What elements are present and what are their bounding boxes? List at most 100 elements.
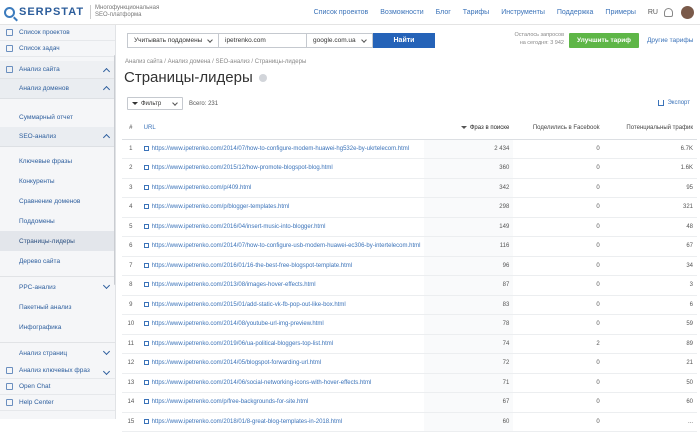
external-link-icon	[143, 243, 149, 249]
upgrade-button[interactable]: Улучшить тариф	[569, 33, 639, 48]
cell-facebook: 0	[513, 392, 604, 413]
cell-url[interactable]: https://www.ipetrenko.com/2014/08/youtub…	[139, 314, 425, 335]
domain-input[interactable]: ipetrenko.com	[219, 33, 307, 48]
cell-traffic: 321	[603, 197, 697, 218]
cell-url[interactable]: https://www.ipetrenko.com/2019/06/ua-pol…	[139, 334, 425, 354]
subdomain-mode-select[interactable]: Учитывать поддомены	[127, 33, 219, 48]
sidebar-section-keyword-analysis[interactable]: Анализ ключевых фраз	[0, 363, 115, 379]
url-link[interactable]: https://www.ipetrenko.com/2014/07/how-to…	[152, 243, 421, 249]
chevron-up-icon	[102, 67, 111, 76]
sidebar-section-label: Анализ сайта	[19, 66, 60, 73]
url-link[interactable]: https://www.ipetrenko.com/2015/01/add-st…	[152, 302, 346, 308]
sidebar-scrollbar[interactable]	[114, 55, 115, 285]
external-link-icon	[143, 165, 149, 171]
cell-url[interactable]: https://www.ipetrenko.com/2014/06/social…	[139, 373, 425, 393]
url-link[interactable]: https://www.ipetrenko.com/2018/01/8-grea…	[152, 419, 342, 425]
url-link[interactable]: https://www.ipetrenko.com/2016/04/insert…	[152, 224, 326, 230]
table-toolbar: Фильтр Всего: 231	[127, 97, 218, 110]
col-header-phrases[interactable]: Фраз в поиске	[424, 117, 514, 140]
nav-features[interactable]: Возможности	[380, 9, 423, 16]
url-link[interactable]: https://www.ipetrenko.com/2019/06/ua-pol…	[152, 341, 333, 347]
help-icon[interactable]	[258, 73, 267, 82]
table-row: 7 https://www.ipetrenko.com/2016/01/16-th…	[122, 256, 697, 276]
external-link-icon	[143, 282, 149, 288]
cell-phrases: 83	[424, 295, 514, 315]
chevron-down-icon	[102, 281, 111, 290]
sidebar-item-tasks[interactable]: Список задач	[0, 41, 115, 57]
other-tariffs-link[interactable]: Другие тарифы	[647, 37, 693, 44]
sidebar-item-summary[interactable]: Суммарный отчет	[0, 107, 115, 127]
url-link[interactable]: https://www.ipetrenko.com/2014/06/social…	[152, 380, 372, 386]
cell-facebook: 0	[513, 178, 604, 198]
breadcrumb[interactable]: Анализ сайта / Анализ домена / SEO-анали…	[125, 59, 306, 65]
nav-tools[interactable]: Инструменты	[501, 9, 545, 16]
cell-url[interactable]: https://www.ipetrenko.com/p/blogger-temp…	[139, 197, 425, 218]
sidebar-item-top-pages[interactable]: Страницы-лидеры	[0, 231, 115, 251]
col-header-url[interactable]: URL	[139, 117, 425, 140]
url-link[interactable]: https://www.ipetrenko.com/2016/01/16-the…	[152, 263, 352, 269]
sidebar-section-site-analysis[interactable]: Анализ сайта	[0, 61, 115, 79]
cell-url[interactable]: https://www.ipetrenko.com/2016/04/insert…	[139, 217, 425, 237]
col-header-facebook[interactable]: Поделились в Facebook	[513, 117, 604, 140]
cell-num: 4	[122, 197, 140, 218]
cell-traffic: 60	[603, 392, 697, 413]
cell-url[interactable]: https://www.ipetrenko.com/2014/07/how-to…	[139, 139, 425, 159]
cell-url[interactable]: https://www.ipetrenko.com/2015/01/add-st…	[139, 295, 425, 315]
sidebar-item-projects[interactable]: Список проектов	[0, 25, 115, 41]
nav-examples[interactable]: Примеры	[605, 9, 635, 16]
avatar[interactable]	[681, 5, 694, 19]
url-link[interactable]: https://www.ipetrenko.com/p/free-backgro…	[152, 399, 309, 405]
cell-url[interactable]: https://www.ipetrenko.com/2015/12/how-pr…	[139, 158, 425, 179]
logo[interactable]: SERPSTAT Многофункциональная SEO-платфор…	[0, 5, 165, 19]
cell-traffic: 34	[603, 256, 697, 276]
sidebar-item-infographics[interactable]: Инфографика	[0, 317, 115, 337]
col-header-traffic[interactable]: Потенциальный трафик	[603, 117, 697, 140]
nav-projects[interactable]: Список проектов	[314, 9, 369, 16]
sidebar-item-domain-compare[interactable]: Сравнение доменов	[0, 191, 115, 211]
url-link[interactable]: https://www.ipetrenko.com/2013/08/images…	[152, 282, 316, 288]
url-link[interactable]: https://www.ipetrenko.com/2014/07/how-to…	[152, 146, 409, 152]
sidebar-item-help-center[interactable]: Help Center	[0, 395, 115, 411]
cell-url[interactable]: https://www.ipetrenko.com/p/free-backgro…	[139, 392, 425, 413]
sidebar-subsection-seo[interactable]: SEO-анализ	[0, 127, 115, 147]
sidebar-item-keywords[interactable]: Ключевые фразы	[0, 151, 115, 171]
search-engine-select[interactable]: google.com.ua	[307, 33, 373, 48]
sidebar-section-page-analysis[interactable]: Анализ страниц	[0, 343, 115, 363]
input-value: ipetrenko.com	[225, 37, 266, 44]
find-button[interactable]: Найти	[373, 33, 435, 48]
sidebar-subsection-domains[interactable]: Анализ доменов	[0, 79, 115, 99]
nav-support[interactable]: Поддержка	[557, 9, 594, 16]
url-link[interactable]: https://www.ipetrenko.com/2015/12/how-pr…	[152, 165, 333, 171]
sidebar-item-subdomains[interactable]: Поддомены	[0, 211, 115, 231]
sidebar-subsection-ppc[interactable]: PPC-анализ	[0, 277, 115, 297]
logo-text: SERPSTAT	[19, 6, 85, 18]
cell-url[interactable]: https://www.ipetrenko.com/2013/08/images…	[139, 275, 425, 296]
cell-facebook: 0	[513, 295, 604, 315]
col-header-num: #	[122, 117, 140, 140]
chevron-up-icon	[102, 85, 111, 94]
cell-url[interactable]: https://www.ipetrenko.com/2016/01/16-the…	[139, 256, 425, 276]
export-button[interactable]: Экспорт	[658, 100, 690, 106]
sidebar-item-label: Список задач	[19, 45, 60, 52]
url-link[interactable]: https://www.ipetrenko.com/2014/05/blogsp…	[152, 360, 321, 366]
sidebar-item-competitors[interactable]: Конкуренты	[0, 171, 115, 191]
sidebar-item-open-chat[interactable]: Open Chat	[0, 379, 115, 395]
sidebar-item-batch-analysis[interactable]: Пакетный анализ	[0, 297, 115, 317]
language-select[interactable]: RU	[648, 9, 658, 16]
url-link[interactable]: https://www.ipetrenko.com/2014/08/youtub…	[152, 321, 324, 327]
url-link[interactable]: https://www.ipetrenko.com/p/409.html	[152, 185, 252, 191]
nav-pricing[interactable]: Тарифы	[463, 9, 489, 16]
url-link[interactable]: https://www.ipetrenko.com/p/blogger-temp…	[152, 204, 290, 210]
chevron-down-icon	[102, 367, 111, 376]
nav-blog[interactable]: Блог	[436, 9, 451, 16]
sidebar-item-site-tree[interactable]: Дерево сайта	[0, 251, 115, 271]
serpstat-logo-icon	[4, 6, 15, 18]
bell-icon[interactable]	[664, 7, 673, 17]
filter-button[interactable]: Фильтр	[127, 97, 183, 110]
cell-url[interactable]: https://www.ipetrenko.com/2018/01/8-grea…	[139, 412, 425, 432]
filter-label: Фильтр	[141, 100, 162, 107]
cell-url[interactable]: https://www.ipetrenko.com/2014/07/how-to…	[139, 236, 425, 257]
cell-url[interactable]: https://www.ipetrenko.com/2014/05/blogsp…	[139, 353, 425, 374]
cell-url[interactable]: https://www.ipetrenko.com/p/409.html	[139, 178, 425, 198]
external-link-icon	[143, 262, 149, 268]
